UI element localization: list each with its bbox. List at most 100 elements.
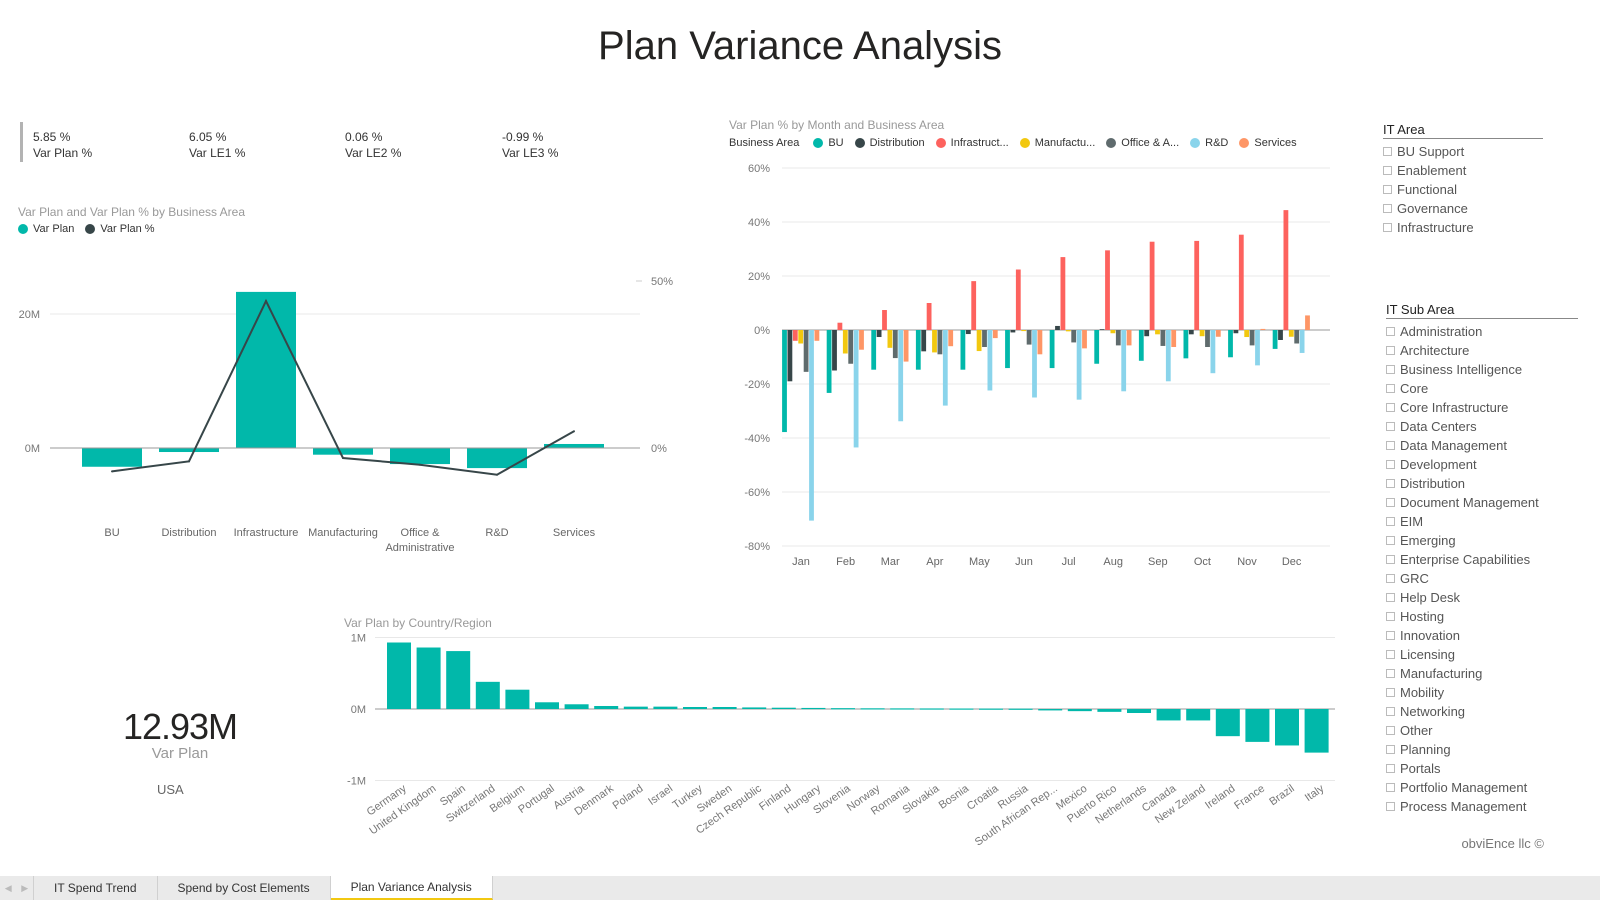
- bar-dec-r-d[interactable]: [1299, 330, 1305, 353]
- slicer-item-eim[interactable]: EIM: [1386, 512, 1578, 531]
- checkbox-icon[interactable]: [1386, 745, 1395, 754]
- bar-jul-office-administrative[interactable]: [1071, 330, 1077, 343]
- bar-nov-r-d[interactable]: [1255, 330, 1260, 366]
- bar-jun-distribution[interactable]: [1010, 330, 1016, 333]
- slicer-item-grc[interactable]: GRC: [1386, 569, 1578, 588]
- checkbox-icon[interactable]: [1386, 365, 1395, 374]
- bar-jan-manufacturing[interactable]: [798, 330, 804, 344]
- bar-new-zeland[interactable]: [1186, 709, 1211, 721]
- bar-oct-office-administrative[interactable]: [1205, 330, 1210, 348]
- tab-spend-by-cost-elements[interactable]: Spend by Cost Elements: [158, 876, 331, 900]
- bar-may-bu[interactable]: [960, 330, 966, 370]
- bar-may-services[interactable]: [992, 330, 998, 339]
- tab-next-icon[interactable]: ▶: [21, 883, 28, 894]
- bar-jul-infrastructure[interactable]: [1060, 257, 1066, 330]
- bar-jul-distribution[interactable]: [1055, 325, 1060, 330]
- bar-netherlands[interactable]: [1127, 709, 1151, 714]
- bar-finland[interactable]: [771, 707, 796, 709]
- bar-sep-office-administrative[interactable]: [1160, 330, 1166, 346]
- checkbox-icon[interactable]: [1386, 764, 1395, 773]
- bar-jul-bu[interactable]: [1049, 330, 1055, 369]
- checkbox-icon[interactable]: [1383, 204, 1392, 213]
- bar-mar-bu[interactable]: [871, 330, 877, 370]
- checkbox-icon[interactable]: [1386, 707, 1395, 716]
- bar-israel[interactable]: [653, 706, 678, 709]
- line-point-infrastructure[interactable]: [265, 300, 267, 303]
- checkbox-icon[interactable]: [1386, 555, 1395, 564]
- bar-denmark[interactable]: [594, 705, 619, 709]
- bar-aug-office-administrative[interactable]: [1115, 330, 1121, 346]
- bar-feb-infrastructure[interactable]: [837, 322, 843, 330]
- checkbox-icon[interactable]: [1386, 460, 1395, 469]
- checkbox-icon[interactable]: [1386, 498, 1395, 507]
- slicer-item-portals[interactable]: Portals: [1386, 759, 1578, 778]
- tab-it-spend-trend[interactable]: IT Spend Trend: [34, 876, 158, 900]
- slicer-item-distribution[interactable]: Distribution: [1386, 474, 1578, 493]
- bar-brazil[interactable]: [1275, 709, 1299, 746]
- legend-item-manufactu[interactable]: Manufactu...: [1019, 137, 1095, 149]
- bar-turkey[interactable]: [683, 706, 707, 709]
- line-point-manufacturing[interactable]: [342, 457, 344, 460]
- bar-sweden[interactable]: [712, 706, 737, 709]
- checkbox-icon[interactable]: [1383, 166, 1392, 175]
- bar-germany[interactable]: [387, 642, 411, 709]
- bar-south-african-rep[interactable]: [1038, 709, 1063, 711]
- checkbox-icon[interactable]: [1386, 346, 1395, 355]
- checkbox-icon[interactable]: [1386, 726, 1395, 735]
- bar-jun-infrastructure[interactable]: [1015, 269, 1021, 330]
- legend-item-office-a[interactable]: Office & A...: [1106, 137, 1179, 149]
- slicer-item-bu-support[interactable]: BU Support: [1383, 142, 1543, 161]
- bar-switzerland[interactable]: [475, 681, 500, 709]
- bar-oct-infrastructure[interactable]: [1194, 240, 1200, 330]
- slicer-item-architecture[interactable]: Architecture: [1386, 341, 1578, 360]
- bar-dec-infrastructure[interactable]: [1283, 210, 1289, 330]
- legend-item-var-plan-pct[interactable]: Var Plan %: [85, 223, 155, 235]
- bar-oct-bu[interactable]: [1183, 330, 1189, 359]
- checkbox-icon[interactable]: [1386, 802, 1395, 811]
- bar-sep-infrastructure[interactable]: [1149, 241, 1155, 330]
- bar-jan-bu[interactable]: [782, 330, 787, 433]
- bar-apr-distribution[interactable]: [921, 330, 927, 352]
- bar-norway[interactable]: [860, 708, 885, 710]
- bar-mar-manufacturing[interactable]: [887, 330, 893, 348]
- bar-oct-r-d[interactable]: [1210, 330, 1216, 374]
- bar-mar-services[interactable]: [903, 330, 909, 362]
- bar-may-office-administrative[interactable]: [982, 330, 987, 348]
- bar-spain[interactable]: [446, 651, 471, 709]
- tab-plan-variance-analysis[interactable]: Plan Variance Analysis: [330, 876, 493, 900]
- slicer-item-innovation[interactable]: Innovation: [1386, 626, 1578, 645]
- checkbox-icon[interactable]: [1386, 688, 1395, 697]
- bar-r-d[interactable]: [467, 448, 527, 469]
- bar-russia[interactable]: [1008, 708, 1033, 710]
- bar-may-manufacturing[interactable]: [976, 330, 982, 352]
- legend-item-infrastruct[interactable]: Infrastruct...: [935, 137, 1009, 149]
- bar-apr-office-administrative[interactable]: [937, 330, 943, 355]
- bar-office-administrative[interactable]: [390, 448, 450, 465]
- checkbox-icon[interactable]: [1386, 536, 1395, 545]
- bar-belgium[interactable]: [505, 689, 530, 709]
- bar-dec-manufacturing[interactable]: [1288, 330, 1294, 337]
- slicer-item-manufacturing[interactable]: Manufacturing: [1386, 664, 1578, 683]
- combo-chart[interactable]: 0M 20M 0% 50% BU Distribution Infrastructure Ma…: [0, 240, 700, 570]
- slicer-item-administration[interactable]: Administration: [1386, 322, 1578, 341]
- legend-item-distribution[interactable]: Distribution: [854, 137, 925, 149]
- bar-infrastructure[interactable]: [236, 291, 296, 448]
- checkbox-icon[interactable]: [1386, 574, 1395, 583]
- bar-mar-office-administrative[interactable]: [892, 330, 898, 359]
- bar-ireland[interactable]: [1215, 709, 1240, 737]
- slicer-item-enablement[interactable]: Enablement: [1383, 161, 1543, 180]
- bar-austria[interactable]: [564, 704, 589, 709]
- bar-bosnia[interactable]: [949, 708, 974, 710]
- bar-jun-office-administrative[interactable]: [1026, 330, 1032, 345]
- bar-puerto-rico[interactable]: [1097, 709, 1122, 712]
- bar-canada[interactable]: [1156, 709, 1181, 721]
- bar-jul-services[interactable]: [1082, 330, 1087, 349]
- slicer-item-help-desk[interactable]: Help Desk: [1386, 588, 1578, 607]
- line-point-r-d[interactable]: [496, 473, 498, 476]
- slicer-item-core[interactable]: Core: [1386, 379, 1578, 398]
- bar-mar-r-d[interactable]: [898, 330, 904, 422]
- bar-feb-distribution[interactable]: [832, 330, 837, 371]
- slicer-item-governance[interactable]: Governance: [1383, 199, 1543, 218]
- bar-apr-infrastructure[interactable]: [926, 303, 932, 330]
- bar-aug-infrastructure[interactable]: [1105, 250, 1110, 330]
